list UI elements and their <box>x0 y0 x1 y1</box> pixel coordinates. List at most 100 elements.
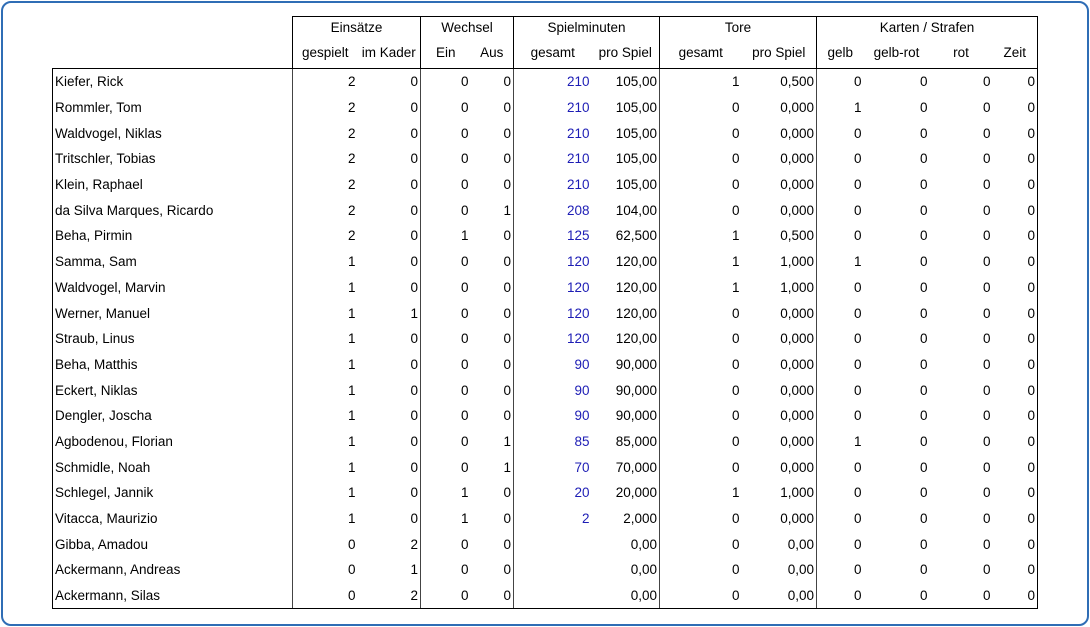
cell-rot: 0 <box>929 582 993 610</box>
cell-gespielt: 1 <box>347 433 356 449</box>
cell-rot: 0 <box>982 536 991 552</box>
cell-ein: 0 <box>460 562 469 578</box>
cell-aus: 0 <box>470 377 514 403</box>
cell-minuten-gesamt: 210 <box>513 67 592 95</box>
cell-gelb-rot: 0 <box>919 382 928 398</box>
cell-aus: 0 <box>470 120 514 147</box>
group-tore: Tore <box>659 16 817 37</box>
cell-minuten-pro-spiel: 105,00 <box>591 146 660 172</box>
cell-gespielt: 1 <box>347 511 356 527</box>
cell-ein: 0 <box>460 125 469 141</box>
cell-tore-gesamt: 0 <box>731 459 740 475</box>
cell-tore-gesamt: 0 <box>731 408 740 424</box>
cell-minuten-pro-spiel: 105,00 <box>591 120 660 147</box>
table-row: Waldvogel, Marvin 1 0 0 0 120 120,00 1 1,000 0 0 0 0 <box>52 274 1038 301</box>
cell-gelb-rot: 0 <box>863 582 930 610</box>
cell-minuten-pro-spiel: 0,00 <box>591 531 660 558</box>
cell-rot: 0 <box>982 356 991 372</box>
col-tore-pro-spiel: pro Spiel <box>752 45 806 60</box>
cell-gespielt: 1 <box>347 331 356 347</box>
cell-gespielt: 1 <box>347 408 356 424</box>
cell-rot: 0 <box>982 485 991 501</box>
cell-minuten-gesamt <box>513 582 592 610</box>
cell-gespielt: 0 <box>347 562 356 578</box>
cell-minuten-gesamt: 85 <box>574 433 590 449</box>
cell-tore-gesamt: 0 <box>731 536 740 552</box>
cell-aus: 0 <box>470 94 514 121</box>
cell-im-kader: 0 <box>357 67 421 95</box>
cell-gespielt: 1 <box>347 254 356 270</box>
cell-tore-pro-spiel: 0,000 <box>741 171 817 198</box>
cell-rot: 0 <box>982 382 991 398</box>
table-row: Schlegel, Jannik 1 0 1 0 20 20,000 1 1,000 0 0 0 0 <box>52 480 1038 506</box>
cell-tore-gesamt: 1 <box>731 228 740 244</box>
cell-ein: 0 <box>420 67 471 95</box>
cell-im-kader: 0 <box>357 377 421 403</box>
cell-gespielt: 0 <box>347 536 356 552</box>
cell-minuten-gesamt: 70 <box>574 459 590 475</box>
cell-zeit: 0 <box>992 325 1038 352</box>
cell-gelb-rot: 0 <box>919 331 928 347</box>
cell-im-kader: 0 <box>357 402 421 429</box>
cell-gelb-rot: 0 <box>919 511 928 527</box>
cell-tore-pro-spiel: 0,000 <box>741 505 817 532</box>
cell-gelb-rot: 0 <box>919 202 928 218</box>
cell-aus: 1 <box>470 454 514 480</box>
group-spielminuten: Spielminuten <box>513 16 660 37</box>
cell-zeit: 0 <box>992 582 1038 610</box>
cell-gelb-rot: 0 <box>919 254 928 270</box>
cell-gelb-rot: 0 <box>919 305 928 321</box>
cell-rot: 0 <box>982 433 991 449</box>
table-row: Ackermann, Andreas 0 1 0 0 0,00 0 0,00 0 0 0 0 <box>52 557 1038 583</box>
cell-rot: 0 <box>982 177 991 193</box>
cell-gespielt: 1 <box>347 356 356 372</box>
table-row: Vitacca, Maurizio 1 0 1 0 2 2,000 0 0,000 0 0 0 0 <box>52 505 1038 532</box>
cell-gespielt: 2 <box>347 228 356 244</box>
cell-aus: 0 <box>470 274 514 301</box>
cell-gelb-rot: 0 <box>919 151 928 167</box>
cell-aus: 0 <box>470 325 514 352</box>
cell-tore-pro-spiel: 0,000 <box>741 325 817 352</box>
cell-minuten-gesamt: 125 <box>566 228 590 244</box>
cell-gespielt: 2 <box>292 67 358 95</box>
cell-gelb: 0 <box>816 67 864 95</box>
table-row: Agbodenou, Florian 1 0 0 1 85 85,000 0 0,000 1 0 0 0 <box>52 428 1038 455</box>
table-row: Gibba, Amadou 0 2 0 0 0,00 0 0,00 0 0 0 0 <box>52 531 1038 558</box>
cell-minuten-gesamt: 120 <box>566 331 590 347</box>
cell-zeit: 0 <box>992 351 1038 378</box>
cell-minuten-pro-spiel: 0,00 <box>591 557 660 583</box>
cell-rot: 0 <box>982 511 991 527</box>
cell-zeit: 0 <box>992 480 1038 506</box>
cell-zeit: 0 <box>992 223 1038 249</box>
col-minuten-gesamt: gesamt <box>513 37 592 69</box>
table-row: Beha, Matthis 1 0 0 0 90 90,000 0 0,000 0 0 0 0 <box>52 351 1038 378</box>
cell-ein: 0 <box>460 305 469 321</box>
cell-im-kader: 2 <box>357 531 421 558</box>
cell-tore-pro-spiel: 0,000 <box>741 351 817 378</box>
cell-minuten-gesamt <box>514 531 592 557</box>
cell-gespielt: 1 <box>347 459 356 475</box>
cell-name: Werner, Manuel <box>52 300 293 326</box>
cell-minuten-pro-spiel: 85,000 <box>591 428 660 455</box>
cell-gelb-rot: 0 <box>919 433 928 449</box>
cell-im-kader: 0 <box>357 428 421 455</box>
group-wechsel: Wechsel <box>420 16 514 37</box>
cell-gelb: 0 <box>853 485 862 501</box>
cell-minuten-pro-spiel: 120,00 <box>591 248 660 275</box>
player-stats-table: Einsätze Wechsel Spielminuten Tore Karte… <box>52 16 1038 610</box>
cell-minuten-gesamt: 90 <box>574 356 590 372</box>
cell-zeit: 0 <box>992 146 1038 172</box>
cell-gespielt: 1 <box>347 382 356 398</box>
cell-gespielt: 2 <box>347 177 356 193</box>
cell-gelb-rot: 0 <box>919 177 928 193</box>
cell-zeit: 0 <box>992 67 1038 95</box>
cell-rot: 0 <box>982 254 991 270</box>
cell-aus: 0 <box>470 223 514 249</box>
cell-tore-gesamt: 0 <box>731 511 740 527</box>
cell-tore-pro-spiel: 1,000 <box>741 274 817 301</box>
col-im-kader: im Kader <box>361 45 416 60</box>
col-aus: Aus <box>480 45 504 60</box>
table-row: Klein, Raphael 2 0 0 0 210 105,00 0 0,000 0 0 0 0 <box>52 171 1038 198</box>
cell-aus: 0 <box>470 171 514 198</box>
cell-gelb: 0 <box>853 279 862 295</box>
